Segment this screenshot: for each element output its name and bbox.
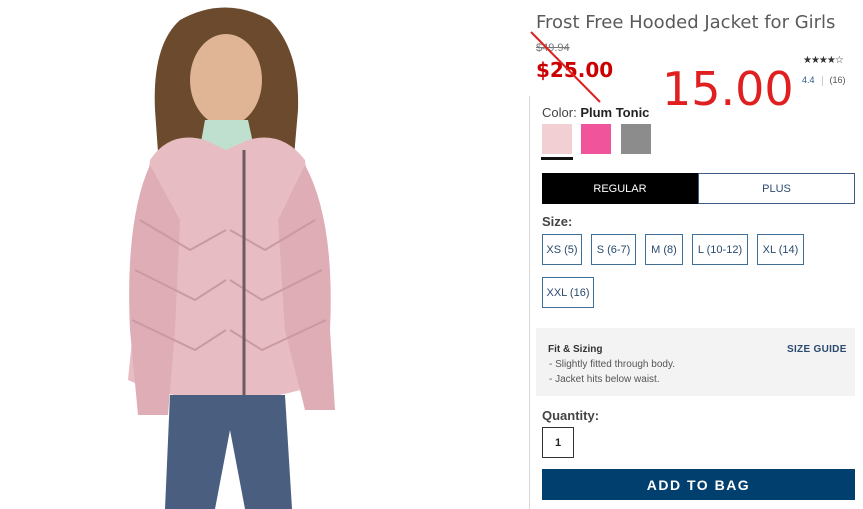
rating-value: 4.4: [802, 75, 815, 85]
fit-note: - Slightly fitted through body.: [549, 359, 675, 370]
rating-divider: [821, 75, 823, 86]
fit-sizing-title: Fit & Sizing: [548, 344, 603, 355]
plum-tonic-swatch[interactable]: [542, 124, 572, 154]
product-image[interactable]: [30, 0, 422, 509]
fit-regular-button[interactable]: REGULAR: [542, 173, 698, 204]
size-xs-button[interactable]: XS (5): [542, 234, 582, 265]
selected-swatch-indicator: [541, 157, 573, 160]
quantity-label: Quantity:: [542, 408, 600, 423]
original-price: $49.94: [536, 42, 570, 54]
review-count: (16): [829, 75, 846, 85]
selected-color-name: Plum Tonic: [580, 105, 650, 120]
size-guide-link[interactable]: SIZE GUIDE: [787, 344, 847, 355]
rating-stars-icon[interactable]: ★★★★☆: [803, 55, 844, 66]
color-label: Color:: [542, 105, 577, 120]
handwritten-price-annotation: 15.00: [662, 62, 794, 116]
size-xxl-button[interactable]: XXL (16): [542, 277, 594, 308]
size-label: Size:: [542, 214, 573, 229]
fit-plus-button[interactable]: PLUS: [698, 173, 855, 204]
pink-swatch[interactable]: [581, 124, 611, 154]
color-selector-label: Color: Plum Tonic: [542, 105, 649, 120]
rating-summary[interactable]: 4.4 (16): [802, 75, 846, 86]
size-m-button[interactable]: M (8): [645, 234, 683, 265]
size-s-button[interactable]: S (6-7): [591, 234, 636, 265]
size-xl-button[interactable]: XL (14): [757, 234, 804, 265]
size-l-button[interactable]: L (10-12): [692, 234, 748, 265]
fit-note: - Jacket hits below waist.: [549, 374, 660, 385]
sale-price: $25.00: [536, 58, 614, 82]
grey-swatch[interactable]: [621, 124, 651, 154]
add-to-bag-button[interactable]: ADD TO BAG: [542, 469, 855, 500]
product-title: Frost Free Hooded Jacket for Girls: [536, 12, 836, 33]
panel-divider: [529, 96, 530, 509]
quantity-input[interactable]: 1: [542, 427, 574, 458]
